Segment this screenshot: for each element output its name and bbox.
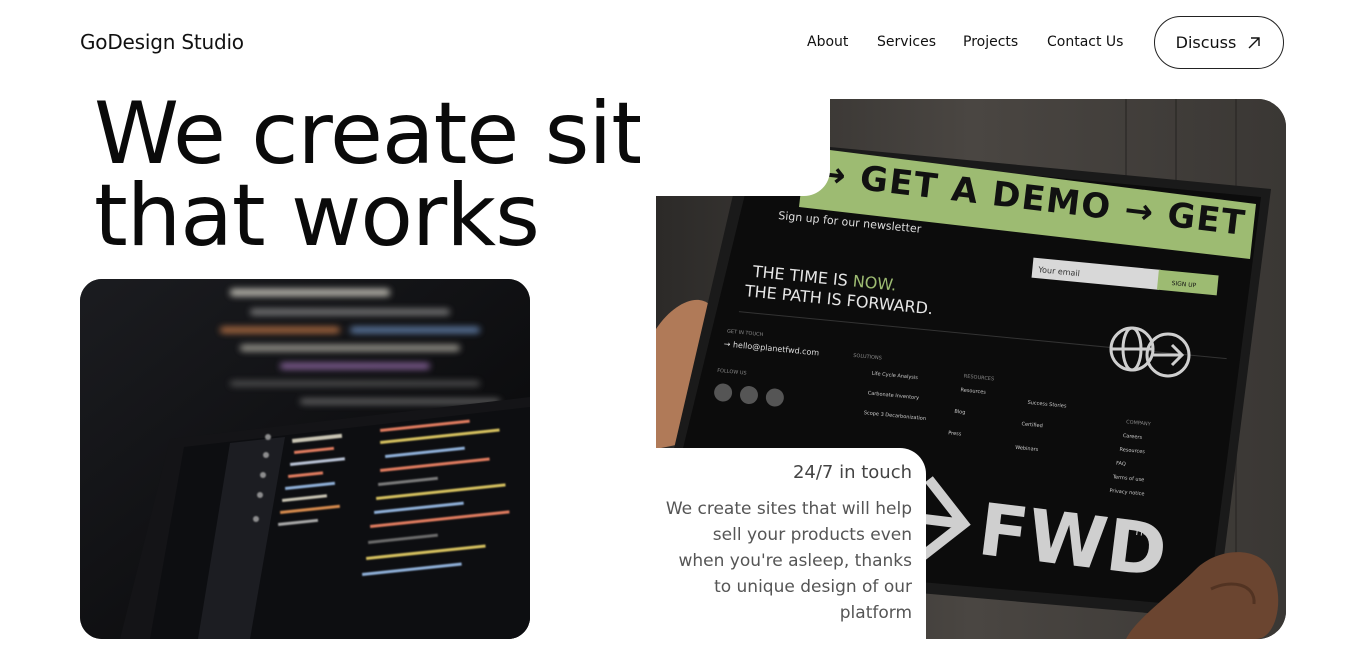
top-navbar: GoDesign Studio About Services Projects … (0, 0, 1365, 86)
brand-logo[interactable]: GoDesign Studio (80, 30, 244, 54)
headline-cutout (640, 90, 830, 196)
arrow-up-right-icon (1248, 36, 1261, 48)
discuss-button[interactable]: Discuss (1154, 16, 1284, 69)
code-photo (80, 279, 530, 639)
company-item-3: FAQ (1116, 461, 1126, 468)
resource-item-2: Blog (954, 409, 966, 416)
nav-link-services[interactable]: Services (877, 34, 936, 50)
fwd-tm-text: TM (1132, 527, 1149, 540)
nav-link-contact[interactable]: Contact Us (1047, 34, 1123, 50)
nav-link-about[interactable]: About (807, 34, 848, 50)
code-laptop-illustration (80, 279, 530, 639)
discuss-label: Discuss (1175, 33, 1237, 52)
nav-link-projects[interactable]: Projects (963, 34, 1018, 50)
hero-description: We create sites that will help sell your… (665, 499, 912, 623)
availability-tagline: 24/7 in touch (792, 462, 912, 483)
